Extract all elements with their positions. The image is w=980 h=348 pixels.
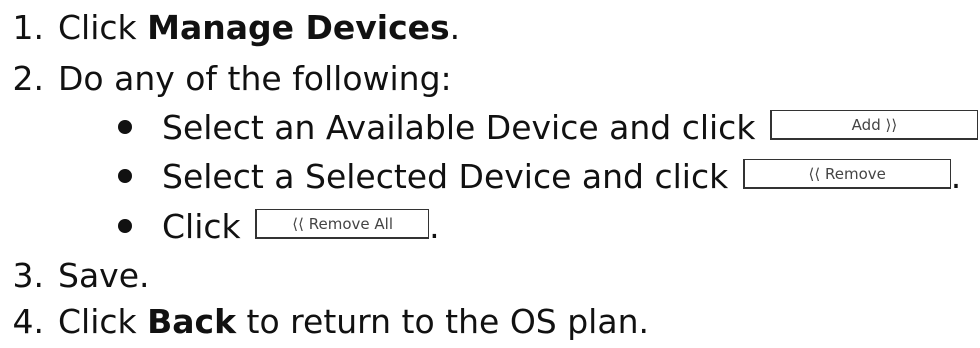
substep-text-end: . xyxy=(429,207,440,246)
step-text: Do any of the following: xyxy=(58,59,452,98)
substep-text: Click xyxy=(162,207,241,246)
step-text: Save. xyxy=(58,256,150,295)
step-number: 2. xyxy=(12,59,45,98)
manage-devices-label: Manage Devices xyxy=(147,8,450,47)
remove-button-illustration: ⟨⟨ Remove xyxy=(742,159,951,189)
bullet-icon xyxy=(118,119,132,134)
remove-all-button-illustration: ⟨⟨ Remove All xyxy=(255,209,430,239)
substep-remove-all: Click ⟨⟨ Remove All. xyxy=(118,203,440,251)
substep-text-end: . xyxy=(950,157,962,196)
step-number: 1. xyxy=(12,8,45,47)
step-1: 1. Click Manage Devices. xyxy=(0,4,461,52)
step-4: 4. Click Back to return to the OS plan. xyxy=(0,298,649,346)
step-number: 3. xyxy=(12,256,45,295)
step-text: Click xyxy=(58,8,148,47)
step-number: 4. xyxy=(12,302,45,341)
bullet-icon xyxy=(118,168,132,183)
back-label: Back xyxy=(147,302,237,341)
step-3: 3. Save. xyxy=(0,252,150,300)
add-button-illustration: Add ⟩⟩ xyxy=(769,110,978,140)
bullet-icon xyxy=(118,218,132,233)
substep-text: Select an Available Device and click xyxy=(162,108,756,147)
substep-remove: Select a Selected Device and click ⟨⟨ Re… xyxy=(118,153,961,201)
step-text-end: to return to the OS plan. xyxy=(236,302,649,341)
substep-text: Select a Selected Device and click xyxy=(162,157,729,196)
substep-add: Select an Available Device and click Add… xyxy=(118,104,978,152)
step-2: 2. Do any of the following: xyxy=(0,55,452,103)
step-text: Click xyxy=(58,302,148,341)
step-text-end: . xyxy=(449,8,461,47)
